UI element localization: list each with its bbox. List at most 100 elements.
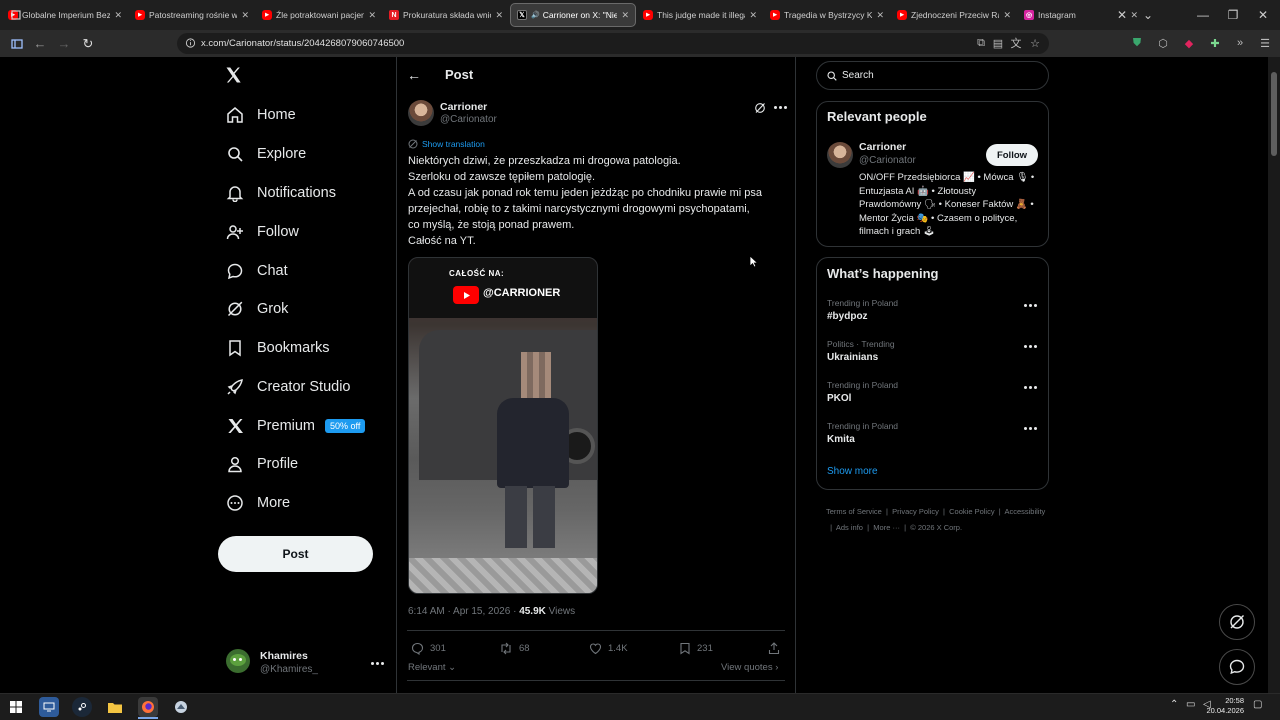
sidebar-item-premium[interactable]: Premium 50% off — [226, 411, 366, 441]
browser-tab[interactable]: 𝕏 🔊 Carrioner on X: "Niek ✕ — [510, 3, 636, 27]
sidebar-item-notifications[interactable]: Notifications — [226, 178, 336, 208]
tab-audio-icon[interactable]: 🔊 — [531, 11, 540, 19]
sidebar-item-more[interactable]: More — [226, 488, 290, 518]
post-video[interactable]: CAŁOŚĆ NA: @CARRIONER — [408, 257, 598, 594]
footer-link[interactable]: Cookie Policy — [949, 507, 994, 516]
tab-list-chevron-icon[interactable]: ⌄ — [1138, 0, 1158, 30]
repost-button[interactable]: 68 — [499, 640, 530, 656]
relevant-person-avatar[interactable] — [827, 142, 853, 168]
tab-close-icon[interactable]: ✕ — [114, 10, 122, 21]
post-more-icon[interactable] — [774, 106, 787, 109]
address-bar[interactable]: x.com/Carionator/status/2044268079060746… — [177, 33, 1049, 54]
taskbar-clock[interactable]: 20:58 20.04.2026 — [1204, 696, 1244, 716]
ublock-icon[interactable]: ◆ — [1180, 34, 1198, 52]
new-tab-button[interactable]: ✕ — [1112, 0, 1132, 30]
browser-tab[interactable]: ▶ This judge made it illegal ✕ — [637, 3, 763, 27]
maximize-button[interactable]: ❐ — [1222, 0, 1244, 30]
tray-chevron-icon[interactable]: ⌃ — [1170, 699, 1178, 710]
sidebar-item-chat[interactable]: Chat — [226, 256, 288, 286]
sidebar-item-grok[interactable]: Grok — [226, 294, 288, 324]
tab-close-icon[interactable]: ✕ — [241, 10, 249, 21]
browser-tab[interactable]: ▶ Źle potraktowani pacjenc ✕ — [256, 3, 382, 27]
trend-item[interactable]: Trending in Poland PKOl — [827, 380, 1037, 404]
firefox-icon[interactable] — [138, 697, 158, 717]
forward-button[interactable]: → — [53, 30, 75, 57]
tab-close-icon[interactable]: ✕ — [749, 10, 757, 21]
view-quotes-link[interactable]: View quotes › — [721, 662, 778, 673]
screenshot-icon[interactable]: ⧉ — [972, 34, 990, 52]
overflow-chevron-icon[interactable]: » — [1231, 34, 1249, 52]
network-icon[interactable]: ▭ — [1186, 699, 1195, 710]
extensions-icon[interactable]: ⬡ — [1154, 34, 1172, 52]
show-translation-link[interactable]: Show translation — [408, 139, 485, 149]
footer-link[interactable]: © 2026 X Corp. — [910, 523, 962, 532]
sidebar-item-explore[interactable]: Explore — [226, 139, 306, 169]
relevant-person-handle[interactable]: @Carionator — [859, 155, 916, 166]
sidebar-item-profile[interactable]: Profile — [226, 449, 298, 479]
account-avatar[interactable] — [226, 649, 250, 673]
sort-dropdown[interactable]: Relevant ⌄ — [408, 662, 456, 673]
tab-menu-icon[interactable] — [8, 0, 24, 30]
grok-fab-button[interactable] — [1219, 604, 1255, 640]
footer-link[interactable]: More ··· — [873, 523, 900, 532]
app-menu-icon[interactable]: ☰ — [1256, 34, 1274, 52]
search-box[interactable]: Search — [816, 61, 1049, 90]
sidebar-item-home[interactable]: Home — [226, 100, 296, 130]
author-handle[interactable]: @Carionator — [440, 114, 497, 125]
footer-link[interactable]: Accessibility — [1004, 507, 1045, 516]
scrollbar-thumb[interactable] — [1271, 72, 1277, 156]
sidebar-toggle-icon[interactable] — [6, 30, 28, 57]
follow-button[interactable]: Follow — [986, 144, 1038, 166]
extension-green-icon[interactable]: ✚ — [1206, 34, 1224, 52]
trend-more-icon[interactable] — [1024, 304, 1037, 307]
account-more-icon[interactable] — [371, 662, 384, 665]
minimize-button[interactable]: — — [1192, 0, 1214, 30]
show-more-link[interactable]: Show more — [827, 466, 878, 477]
tab-close-icon[interactable]: ✕ — [876, 10, 884, 21]
tab-close-icon[interactable]: ✕ — [495, 10, 503, 21]
grok-analyze-icon[interactable] — [754, 101, 766, 113]
author-avatar[interactable] — [408, 100, 434, 126]
reload-button[interactable]: ↻ — [77, 30, 99, 57]
trend-item[interactable]: Politics · Trending Ukrainians — [827, 339, 1037, 363]
reader-icon[interactable]: ▤ — [989, 34, 1007, 52]
browser-tab[interactable]: ▶ Zjednoczeni Przeciw Rasi ✕ — [891, 3, 1017, 27]
trend-item[interactable]: Trending in Poland Kmita — [827, 421, 1037, 445]
trend-item[interactable]: Trending in Poland #bydpoz — [827, 298, 1037, 322]
tab-close-icon[interactable]: ✕ — [368, 10, 376, 21]
page-scrollbar[interactable] — [1268, 57, 1280, 693]
app-bird-icon[interactable] — [171, 697, 191, 717]
browser-tab[interactable]: ▶ Patostreaming rośnie w si ✕ — [129, 3, 255, 27]
chat-fab-button[interactable] — [1219, 649, 1255, 685]
x-logo-icon[interactable] — [224, 65, 246, 87]
author-name[interactable]: Carrioner — [440, 101, 487, 113]
sidebar-item-bookmarks[interactable]: Bookmarks — [226, 333, 330, 363]
site-info-icon[interactable] — [185, 37, 196, 49]
windows-start-icon[interactable] — [6, 697, 26, 717]
file-explorer-icon[interactable] — [105, 697, 125, 717]
notification-center-icon[interactable]: ▢ — [1253, 699, 1262, 710]
browser-tab[interactable]: N Prokuratura składa wnios ✕ — [383, 3, 509, 27]
reply-button[interactable]: 301 — [411, 640, 446, 656]
tab-close-icon[interactable]: ✕ — [1003, 10, 1011, 21]
sidebar-item-follow[interactable]: Follow — [226, 217, 299, 247]
bookmark-star-icon[interactable]: ☆ — [1026, 34, 1044, 52]
pc-app-icon[interactable] — [39, 697, 59, 717]
footer-link[interactable]: Ads info — [836, 523, 863, 532]
trend-more-icon[interactable] — [1024, 345, 1037, 348]
post-button[interactable]: Post — [218, 536, 373, 572]
footer-link[interactable]: Terms of Service — [826, 507, 882, 516]
translate-icon[interactable]: 文 — [1007, 34, 1025, 52]
steam-icon[interactable] — [72, 697, 92, 717]
bookmark-button[interactable]: 231 — [679, 640, 713, 656]
relevant-person-name[interactable]: Carrioner — [859, 141, 906, 153]
sidebar-item-creator-studio[interactable]: Creator Studio — [226, 372, 351, 402]
share-button[interactable] — [768, 640, 786, 656]
trend-more-icon[interactable] — [1024, 427, 1037, 430]
shield-extension-icon[interactable]: ⛊ — [1128, 34, 1146, 52]
trend-more-icon[interactable] — [1024, 386, 1037, 389]
back-arrow-icon[interactable]: ← — [407, 67, 421, 83]
footer-link[interactable]: Privacy Policy — [892, 507, 939, 516]
back-button[interactable]: ← — [29, 30, 51, 57]
tab-close-icon[interactable]: ✕ — [621, 10, 629, 21]
